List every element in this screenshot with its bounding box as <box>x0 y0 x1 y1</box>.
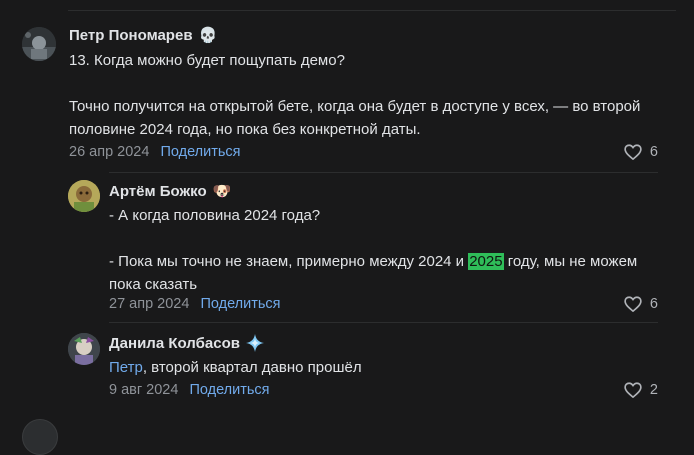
comment-line: , второй квартал давно прошёл <box>142 359 362 376</box>
divider <box>109 322 658 323</box>
comment-line: 13. Когда можно будет пощупать демо? <box>69 52 345 69</box>
comment-text: 13. Когда можно будет пощупать демо? Точ… <box>69 49 669 141</box>
like-button[interactable]: 6 <box>624 144 658 160</box>
dog-icon: 🐶 <box>212 183 232 200</box>
share-link[interactable]: Поделиться <box>200 296 280 312</box>
heart-icon <box>624 382 642 398</box>
avatar[interactable] <box>68 333 100 365</box>
comment-date[interactable]: 26 апр 2024 <box>69 144 149 160</box>
comment-text: Петр, второй квартал давно прошёл <box>109 356 654 379</box>
comment-paragraph: Точно получится на открытой бете, когда … <box>69 98 641 138</box>
comment-paragraph: - Пока мы точно не знаем, примерно между… <box>109 253 638 293</box>
author-line: Артём Божко 🐶 <box>109 183 231 200</box>
comment-meta: 9 авг 2024 Поделиться <box>109 382 270 398</box>
skull-icon: 💀 <box>198 27 218 44</box>
like-count: 2 <box>649 382 658 398</box>
like-count: 6 <box>649 144 658 160</box>
comment-text: - А когда половина 2024 года? - Пока мы … <box>109 204 654 296</box>
top-divider <box>68 10 676 11</box>
like-button[interactable]: 2 <box>624 382 658 398</box>
comment-line: - А когда половина 2024 года? <box>109 207 321 224</box>
comment-meta: 27 апр 2024 Поделиться <box>109 296 281 312</box>
author-name[interactable]: Петр Пономарев <box>69 27 193 44</box>
author-line: Данила Колбасов <box>109 334 264 352</box>
comment-date[interactable]: 27 апр 2024 <box>109 296 189 312</box>
mention-link[interactable]: Петр <box>109 359 143 376</box>
like-button[interactable]: 6 <box>624 296 658 312</box>
avatar[interactable] <box>22 419 58 455</box>
sparkle-icon <box>245 334 264 352</box>
author-line: Петр Пономарев 💀 <box>69 27 217 44</box>
avatar[interactable] <box>68 180 100 212</box>
like-count: 6 <box>649 296 658 312</box>
share-link[interactable]: Поделиться <box>189 382 269 398</box>
highlighted-text: 2025 <box>468 253 504 270</box>
heart-icon <box>624 144 642 160</box>
divider <box>109 172 658 173</box>
author-name[interactable]: Артём Божко <box>109 183 207 200</box>
share-link[interactable]: Поделиться <box>160 144 240 160</box>
author-name[interactable]: Данила Колбасов <box>109 335 240 352</box>
comment-date[interactable]: 9 авг 2024 <box>109 382 178 398</box>
heart-icon <box>624 296 642 312</box>
comment-meta: 26 апр 2024 Поделиться <box>69 144 241 160</box>
avatar[interactable] <box>22 27 56 61</box>
